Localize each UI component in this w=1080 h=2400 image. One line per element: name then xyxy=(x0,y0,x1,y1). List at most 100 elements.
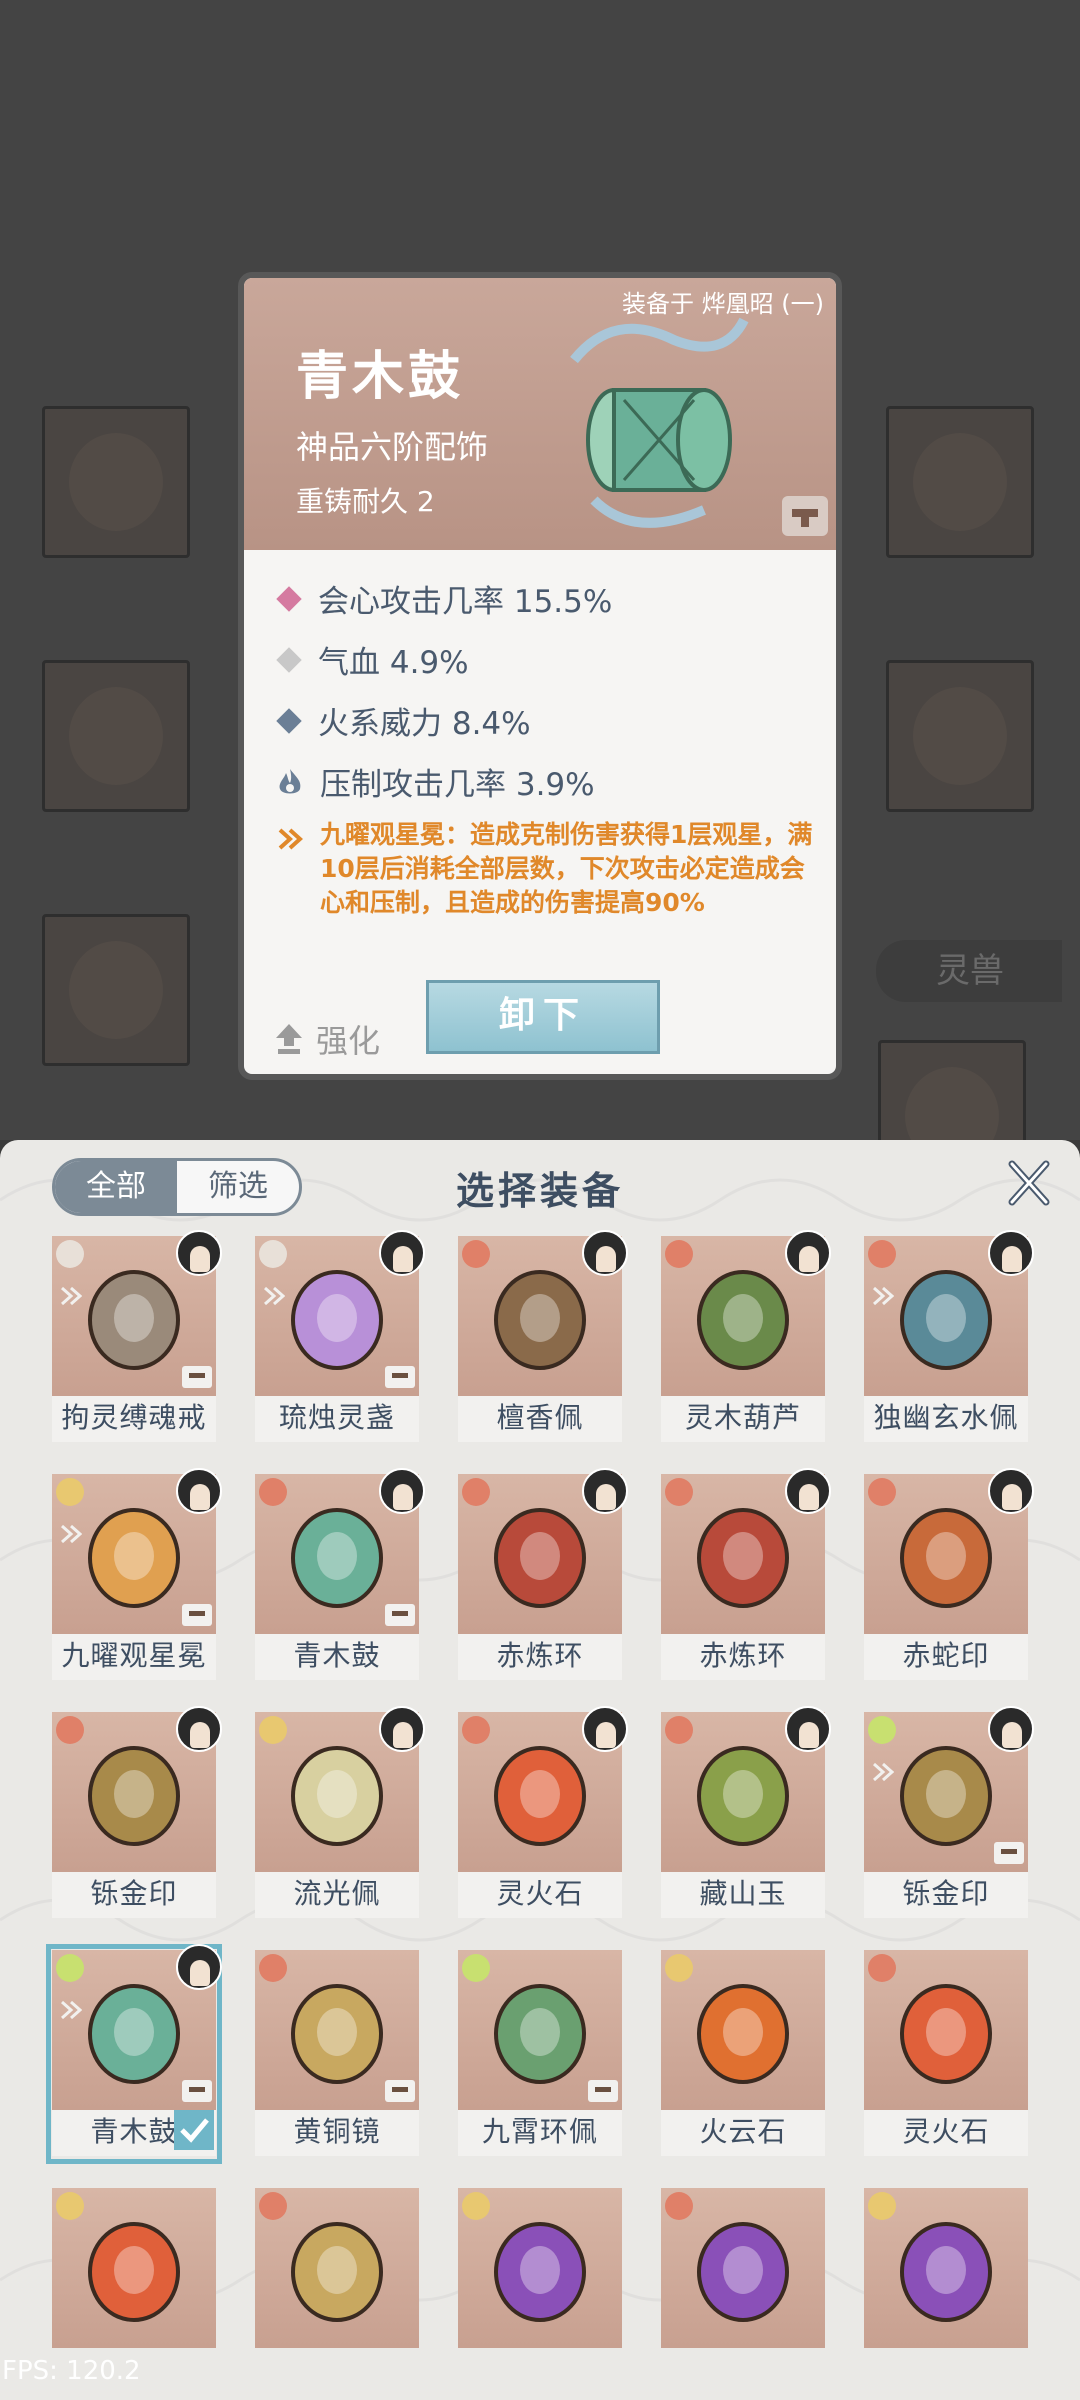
equipment-art-icon xyxy=(88,2222,180,2322)
element-type-icon xyxy=(868,1716,896,1744)
equipment-art-icon xyxy=(494,2222,586,2322)
element-type-icon xyxy=(868,1954,896,1982)
equipment-art-icon xyxy=(494,1984,586,2084)
equipment-name: 赤蛇印 xyxy=(864,1634,1028,1680)
equipment-card[interactable] xyxy=(458,2188,622,2396)
equipment-card[interactable]: 黄铜镜 xyxy=(255,1950,419,2158)
equipment-card[interactable]: 铄金印 xyxy=(864,1706,1034,1920)
item-detail-card: 装备于 烨凰昭 (一) 青木鼓 神品六阶配饰 重铸耐久 2 会心攻击几率 15.… xyxy=(238,272,842,1080)
equipment-name: 九霄环佩 xyxy=(458,2110,622,2156)
equipment-card[interactable]: 赤炼环 xyxy=(458,1468,628,1682)
character-avatar xyxy=(176,1230,222,1276)
item-durability: 重铸耐久 2 xyxy=(296,485,435,518)
equipment-art-icon xyxy=(291,1508,383,1608)
set-effect-icon xyxy=(278,828,303,850)
equipment-name: 灵火石 xyxy=(458,1872,622,1918)
equipment-card[interactable]: 赤炼环 xyxy=(661,1468,831,1682)
set-effect-icon xyxy=(873,1762,894,1782)
equipment-art-icon xyxy=(900,1746,992,1846)
equipment-card[interactable]: 灵木葫芦 xyxy=(661,1230,831,1444)
equipment-card[interactable]: 琉烛灵盏 xyxy=(255,1230,425,1444)
equipment-name: 拘灵缚魂戒 xyxy=(52,1396,216,1442)
equipment-art-icon xyxy=(494,1508,586,1608)
equipment-card[interactable]: 灵火石 xyxy=(864,1950,1028,2158)
element-type-icon xyxy=(56,1954,84,1982)
element-type-icon xyxy=(462,1716,490,1744)
equipment-art-icon xyxy=(900,2222,992,2322)
lock-icon xyxy=(182,2080,212,2102)
element-type-icon xyxy=(665,1240,693,1268)
equipment-card[interactable]: 檀香佩 xyxy=(458,1230,628,1444)
equipment-card[interactable]: 灵火石 xyxy=(458,1706,628,1920)
element-type-icon xyxy=(868,1478,896,1506)
stat-text: 压制攻击几率 3.9% xyxy=(320,767,595,803)
character-avatar xyxy=(176,1944,222,1990)
stat-list: 会心攻击几率 15.5% 气血 4.9% 火系威力 8.4% 压制攻击几率 3.… xyxy=(274,568,814,812)
element-type-icon xyxy=(665,1954,693,1982)
lock-icon xyxy=(385,2080,415,2102)
character-avatar xyxy=(379,1230,425,1276)
element-type-icon xyxy=(462,1478,490,1506)
equipment-art-icon xyxy=(697,1746,789,1846)
set-effect-text: 九曜观星冕：造成克制伤害获得1层观星，满10层后消耗全部层数，下次攻击必定造成会… xyxy=(320,820,813,917)
character-avatar xyxy=(379,1468,425,1514)
equipment-card[interactable]: 青木鼓 xyxy=(255,1468,425,1682)
element-type-icon xyxy=(56,1478,84,1506)
equipment-select-panel: 全部 筛选 选择装备 拘灵缚魂戒 琉烛灵盏 檀香佩 灵木葫芦 独幽玄水佩 九曜观星冕 青木鼓… xyxy=(0,1140,1080,2400)
stat-row: 气血 4.9% xyxy=(274,629,814,690)
equipment-card[interactable] xyxy=(255,2188,419,2396)
lock-icon[interactable] xyxy=(782,496,828,536)
element-type-icon xyxy=(665,1478,693,1506)
character-avatar xyxy=(582,1230,628,1276)
equipment-card[interactable]: 九霄环佩 xyxy=(458,1950,622,2158)
equipment-card[interactable]: 拘灵缚魂戒 xyxy=(52,1230,222,1444)
equipment-art-icon xyxy=(88,1746,180,1846)
equipment-art-icon xyxy=(494,1746,586,1846)
equipment-name: 青木鼓 xyxy=(255,1634,419,1680)
element-type-icon xyxy=(462,2192,490,2220)
equipment-card[interactable]: 藏山玉 xyxy=(661,1706,831,1920)
lock-icon xyxy=(182,1604,212,1626)
equipment-card[interactable]: 铄金印 xyxy=(52,1706,222,1920)
equipment-card[interactable] xyxy=(661,2188,825,2396)
stat-row: 压制攻击几率 3.9% xyxy=(274,751,814,812)
equipment-card[interactable]: 赤蛇印 xyxy=(864,1468,1034,1682)
bg-equip-slot xyxy=(886,660,1034,812)
equipment-name: 九曜观星冕 xyxy=(52,1634,216,1680)
element-type-icon xyxy=(56,1240,84,1268)
equipment-art-icon xyxy=(291,1984,383,2084)
up-arrow-icon xyxy=(276,1024,302,1054)
element-type-icon xyxy=(259,1240,287,1268)
checkmark-icon xyxy=(174,2110,214,2150)
equipment-art-icon xyxy=(900,1984,992,2084)
equipment-card[interactable]: 九曜观星冕 xyxy=(52,1468,222,1682)
equipment-card[interactable] xyxy=(864,2188,1028,2396)
equipment-name: 流光佩 xyxy=(255,1872,419,1918)
equipment-card[interactable]: 独幽玄水佩 xyxy=(864,1230,1034,1444)
set-effect-icon xyxy=(61,1286,82,1306)
equipment-art-icon xyxy=(697,1984,789,2084)
equipment-card[interactable]: 青木鼓 xyxy=(46,1944,222,2164)
character-avatar xyxy=(988,1468,1034,1514)
spirit-beast-tab[interactable]: 灵兽 xyxy=(876,940,1062,1002)
equipment-name: 黄铜镜 xyxy=(255,2110,419,2156)
set-effect-icon xyxy=(61,1524,82,1544)
close-icon[interactable] xyxy=(1004,1158,1054,1208)
character-avatar xyxy=(582,1468,628,1514)
equipment-card[interactable]: 火云石 xyxy=(661,1950,825,2158)
lock-icon xyxy=(385,1604,415,1626)
equipment-name: 赤炼环 xyxy=(458,1634,622,1680)
item-detail-header: 装备于 烨凰昭 (一) 青木鼓 神品六阶配饰 重铸耐久 2 xyxy=(244,278,836,550)
upgrade-label: 强化 xyxy=(316,1022,381,1060)
equipment-name: 灵火石 xyxy=(864,2110,1028,2156)
drum-art-icon xyxy=(570,317,749,528)
bg-equip-slot xyxy=(42,660,190,812)
element-type-icon xyxy=(665,2192,693,2220)
equipment-name: 藏山玉 xyxy=(661,1872,825,1918)
unequip-button[interactable]: 卸下 xyxy=(426,980,660,1054)
equipment-art-icon xyxy=(88,1508,180,1608)
equipment-card[interactable]: 流光佩 xyxy=(255,1706,425,1920)
element-type-icon xyxy=(259,1478,287,1506)
character-avatar xyxy=(988,1706,1034,1752)
upgrade-button[interactable]: 强化 xyxy=(274,1016,380,1062)
